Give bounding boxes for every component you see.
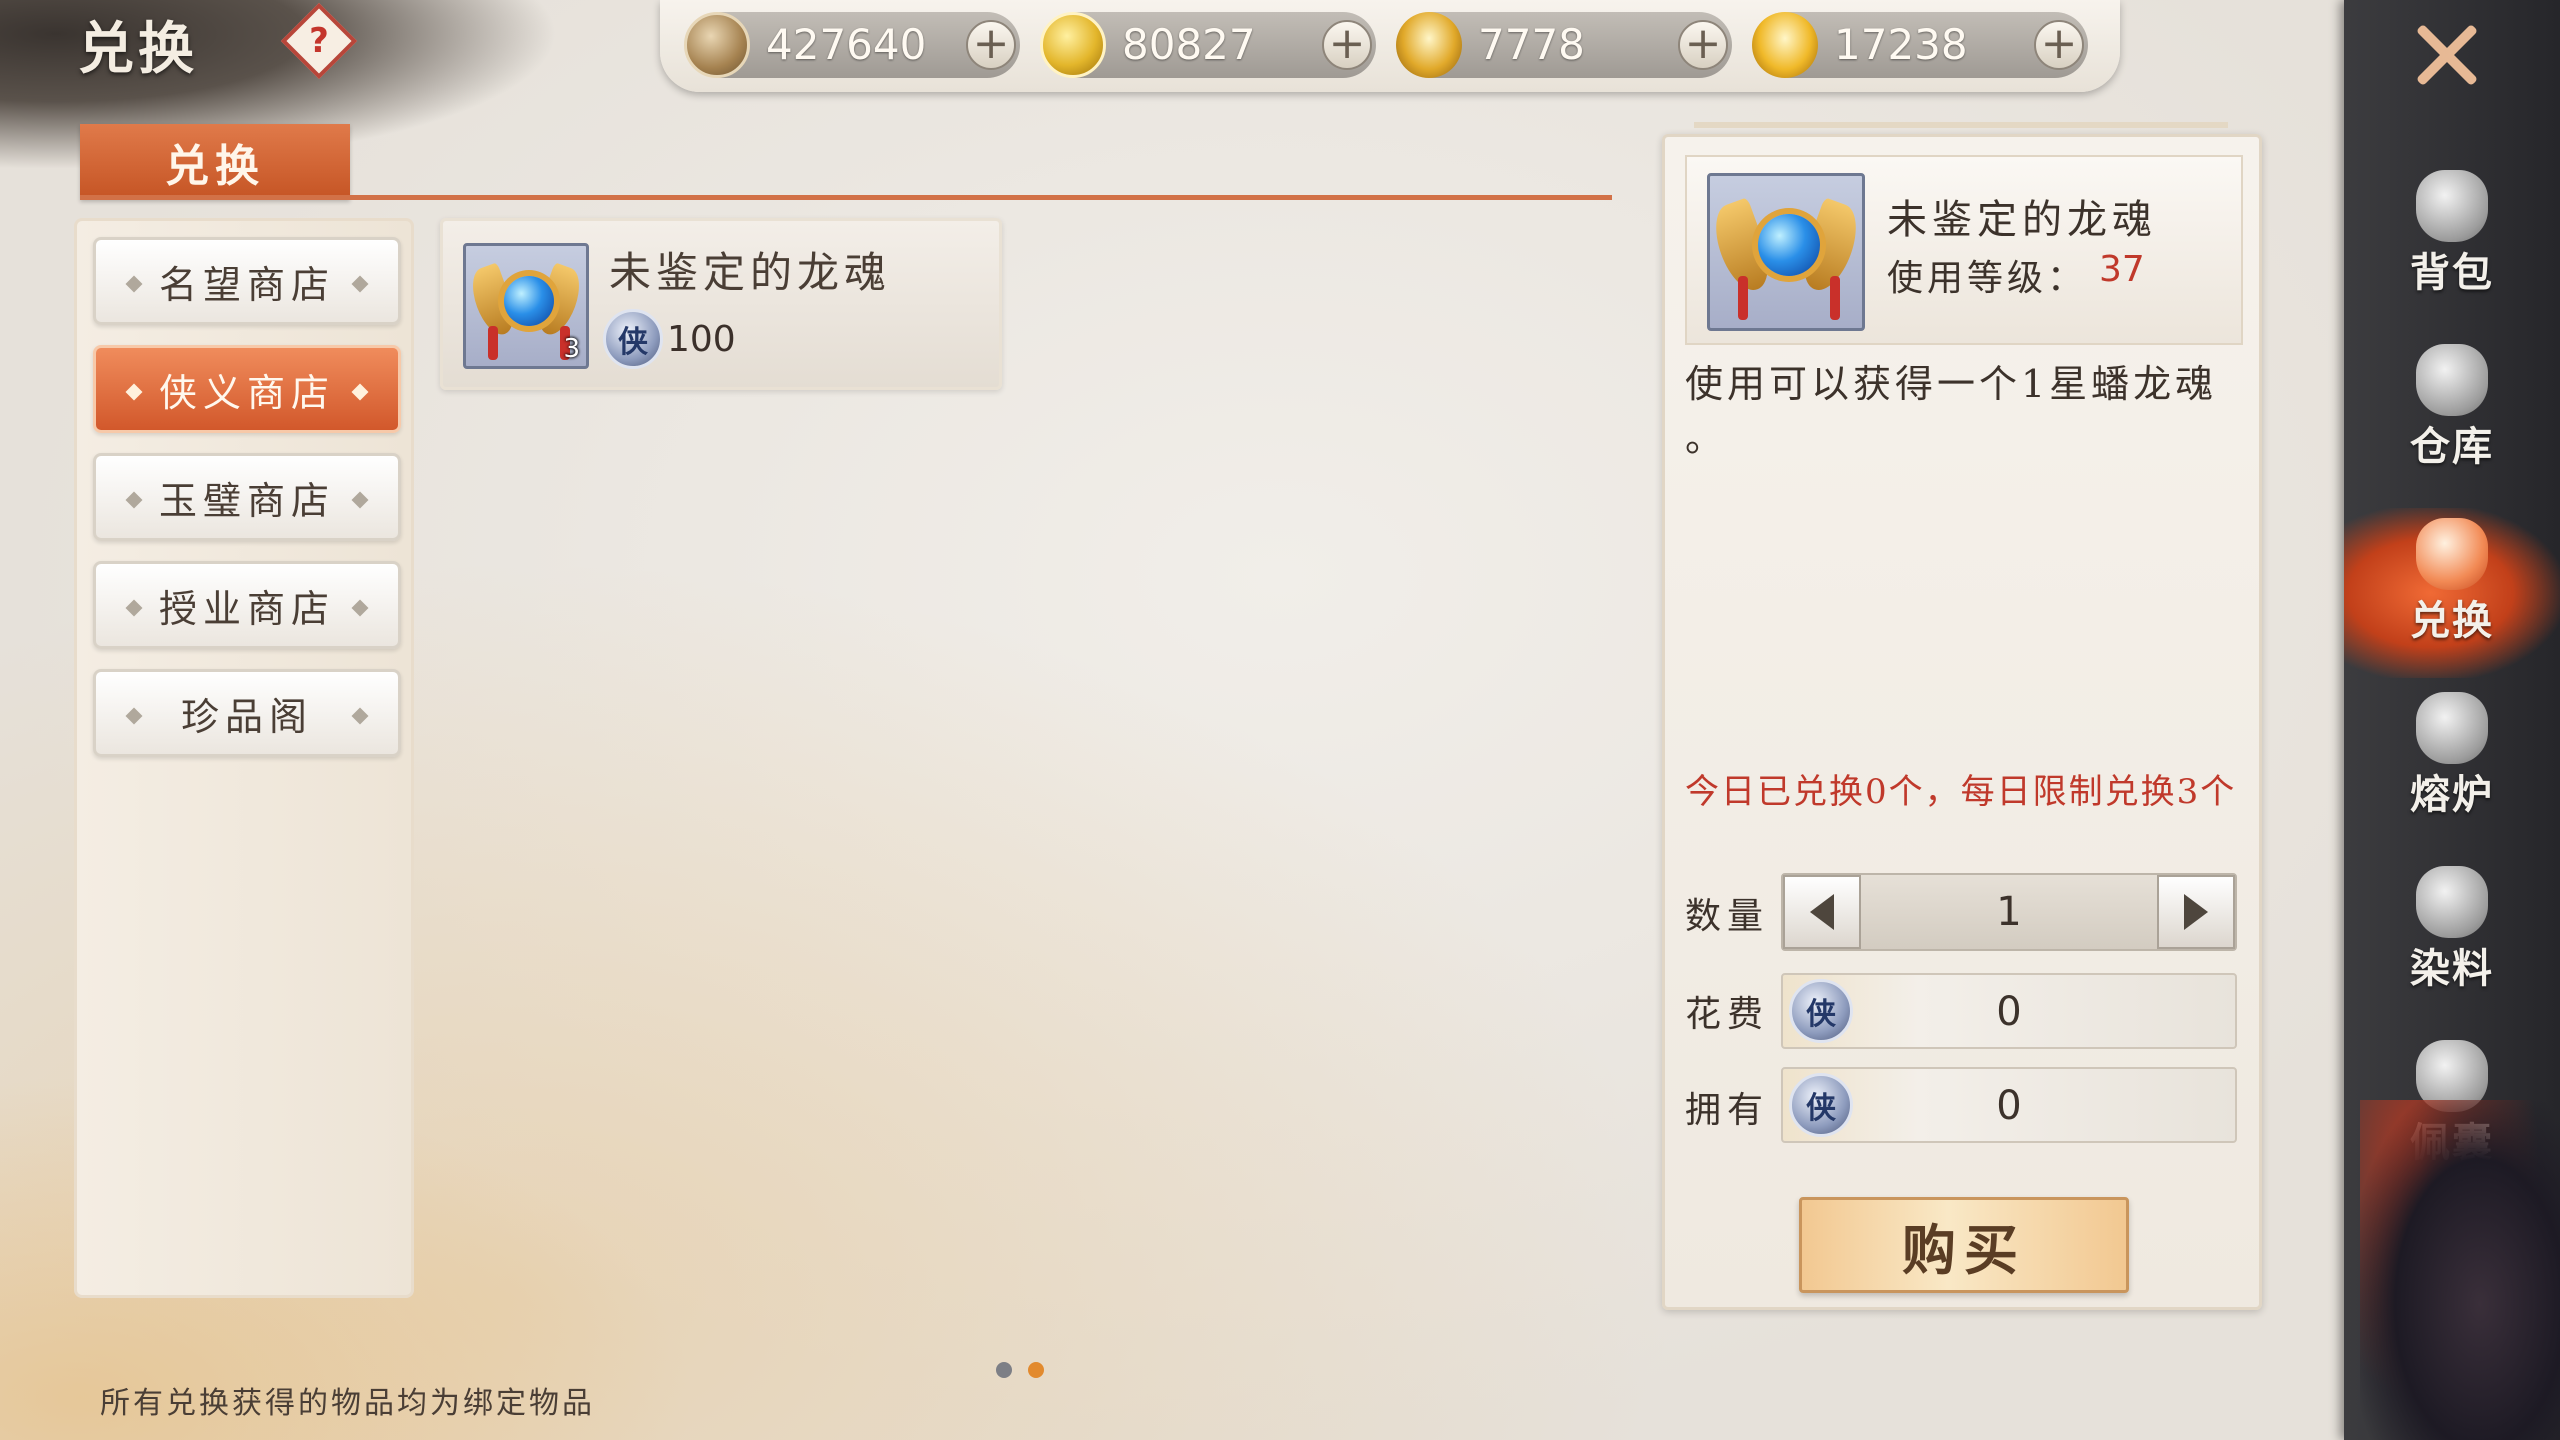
- exchange-limit-text: 今日已兑换0个，每日限制兑换3个: [1685, 772, 2237, 812]
- warehouse-icon: [2416, 344, 2488, 416]
- own-label: 拥有: [1685, 1090, 1770, 1131]
- detail-top-line: [1694, 122, 2228, 128]
- nav-item-label: 仓库: [2410, 423, 2494, 470]
- shop-item-label: 名望商店: [158, 262, 335, 307]
- bound-ingot-icon: [1396, 12, 1462, 78]
- diamond-ornament-icon: [125, 491, 143, 509]
- shop-item-yubi[interactable]: 玉璧商店: [93, 453, 401, 541]
- level-value: 37: [2099, 249, 2145, 290]
- diamond-ornament-icon: [125, 707, 143, 725]
- item-card[interactable]: 3 未鉴定的龙魂 侠 100: [440, 218, 1002, 390]
- currency-value: 17238: [1834, 20, 1968, 69]
- title-wrap: 兑换: [78, 4, 198, 84]
- quantity-stepper: 1: [1781, 873, 2237, 951]
- nav-item-furnace[interactable]: 熔炉: [2344, 682, 2560, 852]
- diamond-ornament-icon: [351, 275, 369, 293]
- shop-item-mingwang[interactable]: 名望商店: [93, 237, 401, 325]
- diamond-ornament-icon: [125, 275, 143, 293]
- detail-header: 未鉴定的龙魂 使用等级： 37: [1685, 155, 2243, 345]
- page-dot-2-active[interactable]: [1028, 1362, 1044, 1378]
- currency-bar: 427640 + 80827 + 7778 + 17238 +: [660, 0, 2120, 92]
- nav-item-label: 兑换: [2410, 597, 2494, 644]
- diamond-ornament-icon: [125, 383, 143, 401]
- level-label: 使用等级：: [1887, 258, 2088, 299]
- close-cross-icon[interactable]: [2412, 20, 2482, 90]
- diamond-ornament-icon: [125, 599, 143, 617]
- bag-icon: [2416, 170, 2488, 242]
- add-ingot-button[interactable]: +: [2034, 20, 2084, 70]
- currency-gold: 80827 +: [1040, 12, 1376, 78]
- shop-item-label: 授业商店: [158, 586, 335, 631]
- own-value: 0: [1996, 1083, 2022, 1129]
- dye-icon: [2416, 866, 2488, 938]
- nav-item-dye[interactable]: 染料: [2344, 856, 2560, 1026]
- shop-item-xiayi[interactable]: 侠义商店: [93, 345, 401, 433]
- arrow-right-icon: [2184, 894, 2208, 930]
- currency-copper: 427640 +: [684, 12, 1020, 78]
- item-count: 3: [563, 334, 580, 364]
- dragon-soul-icon: 3: [463, 243, 589, 369]
- shop-list: 名望商店 侠义商店 玉璧商店 授业商店 珍品阁: [74, 218, 414, 1298]
- item-detail-panel: 未鉴定的龙魂 使用等级： 37 使用可以获得一个1星蟠龙魂 。 今日已兑换0个，…: [1662, 134, 2262, 1310]
- item-description: 使用可以获得一个1星蟠龙魂 。: [1685, 362, 2218, 460]
- nav-item-label: 染料: [2410, 945, 2494, 992]
- add-copper-button[interactable]: +: [966, 20, 1016, 70]
- quantity-label: 数量: [1685, 896, 1770, 937]
- buy-button[interactable]: 购买: [1799, 1197, 2129, 1293]
- currency-value: 80827: [1122, 20, 1256, 69]
- cost-value: 0: [1996, 989, 2022, 1035]
- item-price: 100: [667, 319, 736, 360]
- own-field: 侠 0: [1781, 1067, 2237, 1143]
- add-gold-button[interactable]: +: [1322, 20, 1372, 70]
- increase-quantity-button[interactable]: [2157, 875, 2235, 949]
- nav-item-bag[interactable]: 背包: [2344, 160, 2560, 330]
- nav-item-label: 背包: [2410, 249, 2494, 296]
- currency-value: 427640: [766, 20, 927, 69]
- dragon-soul-icon: [1707, 173, 1865, 331]
- exchange-screen: 兑换 ? 427640 + 80827 + 7778 + 17238 + 兑换: [0, 0, 2560, 1440]
- nav-item-warehouse[interactable]: 仓库: [2344, 334, 2560, 504]
- cost-field: 侠 0: [1781, 973, 2237, 1049]
- currency-bound-ingot: 7778 +: [1396, 12, 1732, 78]
- diamond-ornament-icon: [351, 491, 369, 509]
- shop-item-label: 侠义商店: [158, 370, 335, 415]
- gold-coin-icon: [1040, 12, 1106, 78]
- add-bound-ingot-button[interactable]: +: [1678, 20, 1728, 70]
- item-name: 未鉴定的龙魂: [609, 248, 892, 297]
- gold-ingot-icon: [1752, 12, 1818, 78]
- shop-item-label: 玉璧商店: [158, 478, 335, 523]
- detail-item-name: 未鉴定的龙魂: [1887, 197, 2157, 243]
- diamond-ornament-icon: [351, 707, 369, 725]
- page-title: 兑换: [78, 15, 198, 82]
- xia-token-icon: 侠: [603, 309, 663, 369]
- nav-item-label: 熔炉: [2410, 771, 2494, 818]
- exchange-icon: [2416, 518, 2488, 590]
- tab-underline: [80, 195, 1612, 200]
- nav-item-exchange[interactable]: 兑换: [2344, 508, 2560, 678]
- currency-value: 7778: [1478, 20, 1585, 69]
- cost-label: 花费: [1685, 994, 1770, 1035]
- currency-ingot: 17238 +: [1752, 12, 2088, 78]
- tab-exchange[interactable]: 兑换: [80, 124, 350, 200]
- copper-coin-icon: [684, 12, 750, 78]
- furnace-icon: [2416, 692, 2488, 764]
- dragon-decoration: [2360, 1100, 2560, 1440]
- shop-item-shouye[interactable]: 授业商店: [93, 561, 401, 649]
- shop-item-zhenpin[interactable]: 珍品阁: [93, 669, 401, 757]
- diamond-ornament-icon: [351, 383, 369, 401]
- page-dot-1[interactable]: [996, 1362, 1012, 1378]
- shop-item-label: 珍品阁: [180, 694, 313, 739]
- diamond-ornament-icon: [351, 599, 369, 617]
- footer-note: 所有兑换获得的物品均为绑定物品: [100, 1386, 595, 1421]
